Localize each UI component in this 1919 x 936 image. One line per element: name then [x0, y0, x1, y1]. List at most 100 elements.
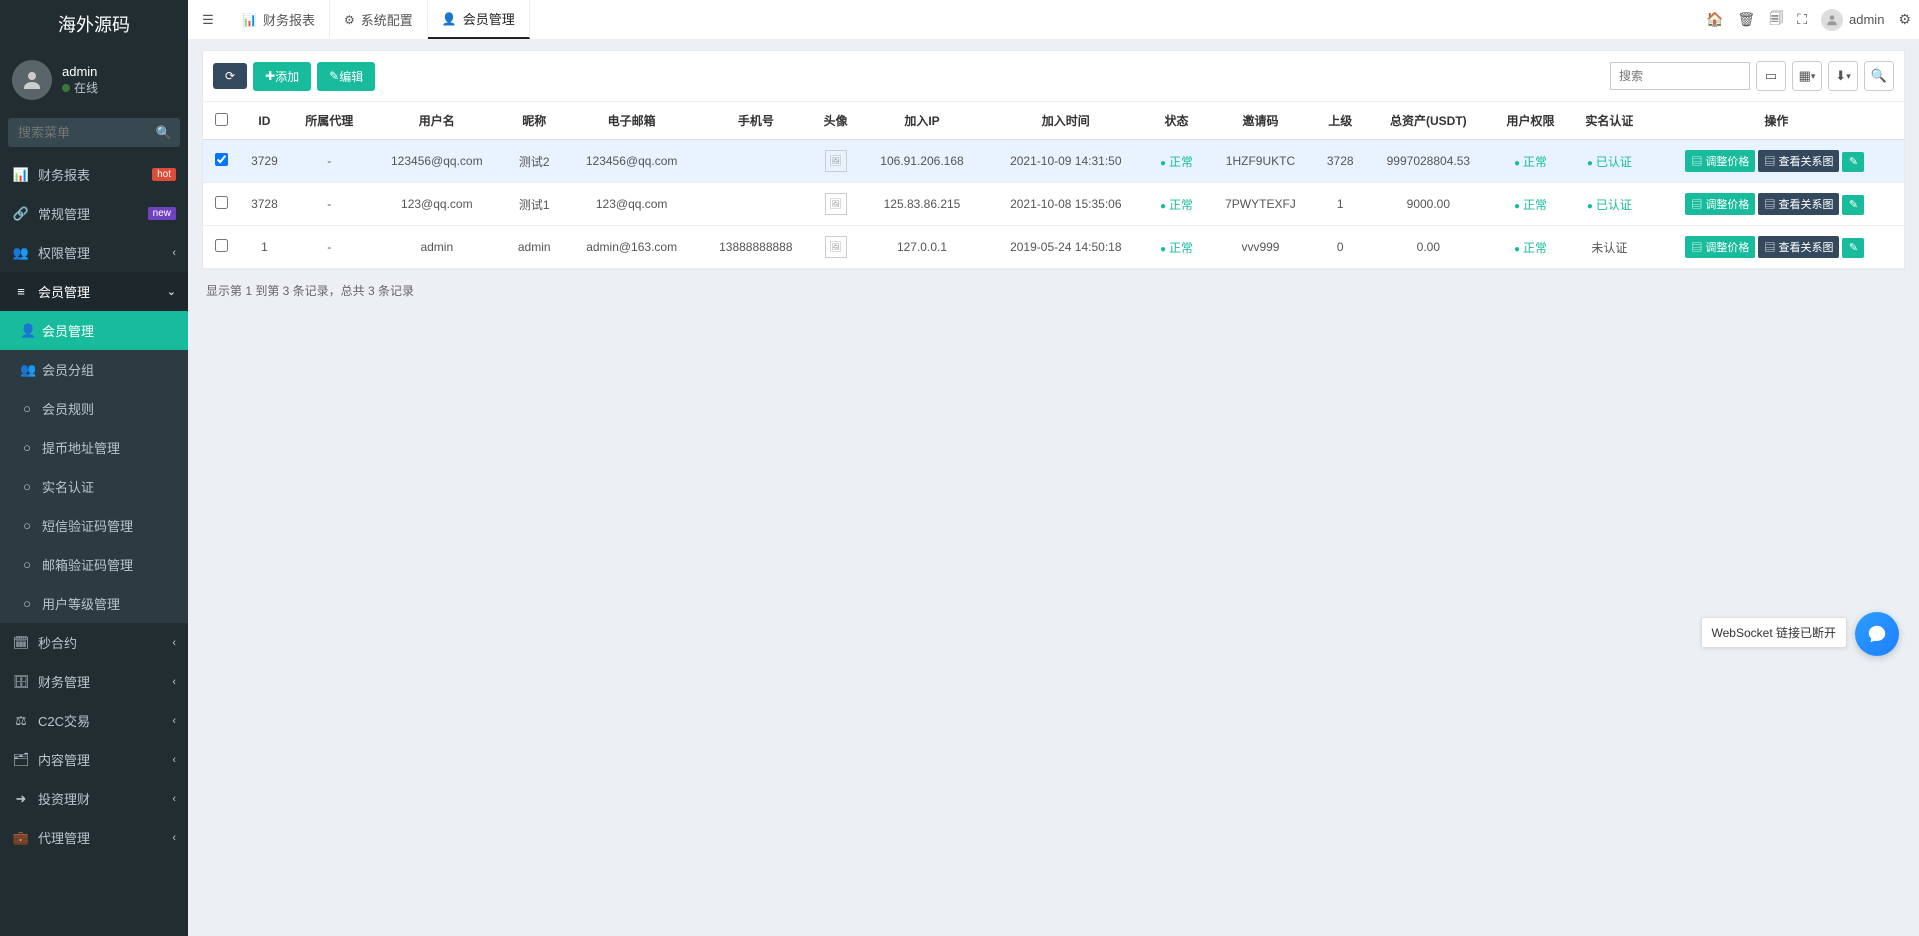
sidebar-item-秒合约[interactable]: 🗓秒合约‹ [0, 623, 188, 662]
fullscreen-icon[interactable]: ⛶ [1797, 11, 1807, 28]
cell: 正常 [1147, 226, 1206, 269]
tab-会员管理[interactable]: 👤会员管理 [428, 0, 530, 39]
sidebar-item-内容管理[interactable]: 🗂内容管理‹ [0, 740, 188, 779]
user-name: admin [62, 64, 98, 79]
refresh-button[interactable]: ⟳ [213, 63, 247, 89]
chevron-icon: ‹ [172, 832, 176, 844]
table-search-input[interactable] [1610, 62, 1750, 90]
sidebar-subitem-会员规则[interactable]: ○会员规则 [0, 389, 188, 428]
col-header: 状态 [1147, 102, 1206, 140]
sidebar-item-投资理财[interactable]: ➜投资理财‹ [0, 779, 188, 818]
view-grid-icon[interactable]: ▦ [1792, 61, 1822, 91]
sidebar-item-label: 常规管理 [38, 204, 90, 223]
trash-icon[interactable]: 🗑 [1737, 11, 1755, 28]
sidebar-subitem-短信验证码管理[interactable]: ○短信验证码管理 [0, 506, 188, 545]
user-avatar [12, 60, 52, 100]
perm-badge: 正常 [1514, 155, 1547, 169]
sidebar-item-label: 权限管理 [38, 243, 90, 262]
cell: 13888888888 [700, 226, 812, 269]
cell: 正常 [1491, 226, 1570, 269]
cell: - [290, 226, 369, 269]
cell [700, 140, 812, 183]
copy-icon[interactable]: 🗐 [1769, 8, 1783, 32]
view-list-icon[interactable]: ▭ [1756, 61, 1786, 91]
home-icon[interactable]: 🏠 [1706, 11, 1723, 28]
adjust-price-button[interactable]: ▤ 调整价格 [1685, 236, 1755, 258]
adjust-price-button[interactable]: ▤ 调整价格 [1685, 150, 1755, 172]
sidebar-item-权限管理[interactable]: 👥 权限管理 ‹ [0, 233, 188, 272]
sidebar-item-常规管理[interactable]: 🔗常规管理new [0, 194, 188, 233]
sidebar-item-C2C交易[interactable]: ⚖C2C交易‹ [0, 701, 188, 740]
row-edit-button[interactable]: ✎ [1842, 238, 1864, 258]
row-edit-button[interactable]: ✎ [1842, 152, 1864, 172]
pagination-info: 显示第 1 到第 3 条记录，总共 3 条记录 [202, 270, 1905, 311]
col-header: 上级 [1315, 102, 1366, 140]
cell: 3729 [239, 140, 290, 183]
sidebar-subitem-用户等级管理[interactable]: ○用户等级管理 [0, 584, 188, 623]
row-checkbox[interactable] [215, 196, 228, 209]
sidebar-subitem-邮箱验证码管理[interactable]: ○邮箱验证码管理 [0, 545, 188, 584]
cell: 123456@qq.com [564, 140, 700, 183]
cell: 123@qq.com [369, 183, 505, 226]
avatar-thumb [825, 150, 847, 172]
row-checkbox[interactable] [215, 153, 228, 166]
view-relation-button[interactable]: ▤ 查看关系图 [1758, 193, 1839, 215]
cell: 正常 [1491, 140, 1570, 183]
hamburger-icon[interactable]: ☰ [188, 0, 228, 39]
cell [812, 140, 859, 183]
sidebar-subitem-实名认证[interactable]: ○实名认证 [0, 467, 188, 506]
submenu-icon: ○ [20, 518, 34, 533]
cell: - [290, 183, 369, 226]
row-edit-button[interactable]: ✎ [1842, 195, 1864, 215]
sidebar-search-input[interactable] [8, 118, 180, 147]
sidebar-item-会员管理[interactable]: ≡会员管理⌄ [0, 272, 188, 311]
submenu-icon: ○ [20, 557, 34, 572]
chat-bubble-button[interactable] [1855, 612, 1899, 656]
adjust-price-button[interactable]: ▤ 调整价格 [1685, 193, 1755, 215]
status-badge: 正常 [1160, 155, 1193, 169]
sidebar-subitem-会员分组[interactable]: 👥会员分组 [0, 350, 188, 389]
sidebar-item-财务管理[interactable]: 🗄财务管理‹ [0, 662, 188, 701]
perm-badge: 正常 [1514, 198, 1547, 212]
tab-label: 系统配置 [361, 10, 413, 29]
sidebar-item-财务报表[interactable]: 📊财务报表hot [0, 155, 188, 194]
sidebar-subitem-提币地址管理[interactable]: ○提币地址管理 [0, 428, 188, 467]
tab-系统配置[interactable]: ⚙系统配置 [330, 0, 428, 39]
table-row: 3728-123@qq.com测试1123@qq.com125.83.86.21… [203, 183, 1904, 226]
sidebar-item-label: 代理管理 [38, 828, 90, 847]
export-icon[interactable]: ⬇ [1828, 61, 1858, 91]
select-all-checkbox[interactable] [215, 113, 228, 126]
view-relation-button[interactable]: ▤ 查看关系图 [1758, 150, 1839, 172]
tab-财务报表[interactable]: 📊财务报表 [228, 0, 330, 39]
topbar-user[interactable]: admin [1821, 9, 1884, 31]
menu-icon: 🗄 [12, 674, 30, 690]
cell: 正常 [1147, 183, 1206, 226]
view-relation-button[interactable]: ▤ 查看关系图 [1758, 236, 1839, 258]
chevron-icon: ‹ [172, 637, 176, 649]
search-icon[interactable]: 🔍 [156, 125, 172, 141]
user-status: 在线 [62, 79, 98, 96]
cell: - [290, 140, 369, 183]
chevron-icon: ‹ [172, 715, 176, 727]
cell: admin [505, 226, 564, 269]
search-button[interactable]: 🔍 [1864, 61, 1894, 91]
row-checkbox[interactable] [215, 239, 228, 252]
gear-icon[interactable]: ⚙ [1898, 11, 1911, 28]
menu-icon: 👥 [12, 245, 30, 261]
add-button[interactable]: ✚ 添加 [253, 62, 311, 91]
col-header: 头像 [812, 102, 859, 140]
cell: 1 [239, 226, 290, 269]
sidebar-subitem-label: 实名认证 [42, 477, 94, 496]
sidebar-item-代理管理[interactable]: 💼 代理管理 ‹ [0, 818, 188, 857]
sidebar-subitem-label: 会员管理 [42, 321, 94, 340]
edit-button[interactable]: ✎ 编辑 [317, 62, 375, 91]
sidebar-item-label: 秒合约 [38, 633, 77, 652]
topbar: ☰ 📊财务报表⚙系统配置👤会员管理 🏠 🗑 🗐 ⛶ admin ⚙ [188, 0, 1919, 40]
submenu-icon: ○ [20, 596, 34, 611]
sidebar-subitem-会员管理[interactable]: 👤 会员管理 [0, 311, 188, 350]
submenu-icon: 👤 [20, 323, 34, 339]
menu-icon: 💼 [12, 830, 30, 846]
sidebar-item-label: 会员管理 [38, 282, 90, 301]
sidebar-item-label: 内容管理 [38, 750, 90, 769]
chevron-icon: ‹ [172, 247, 176, 259]
